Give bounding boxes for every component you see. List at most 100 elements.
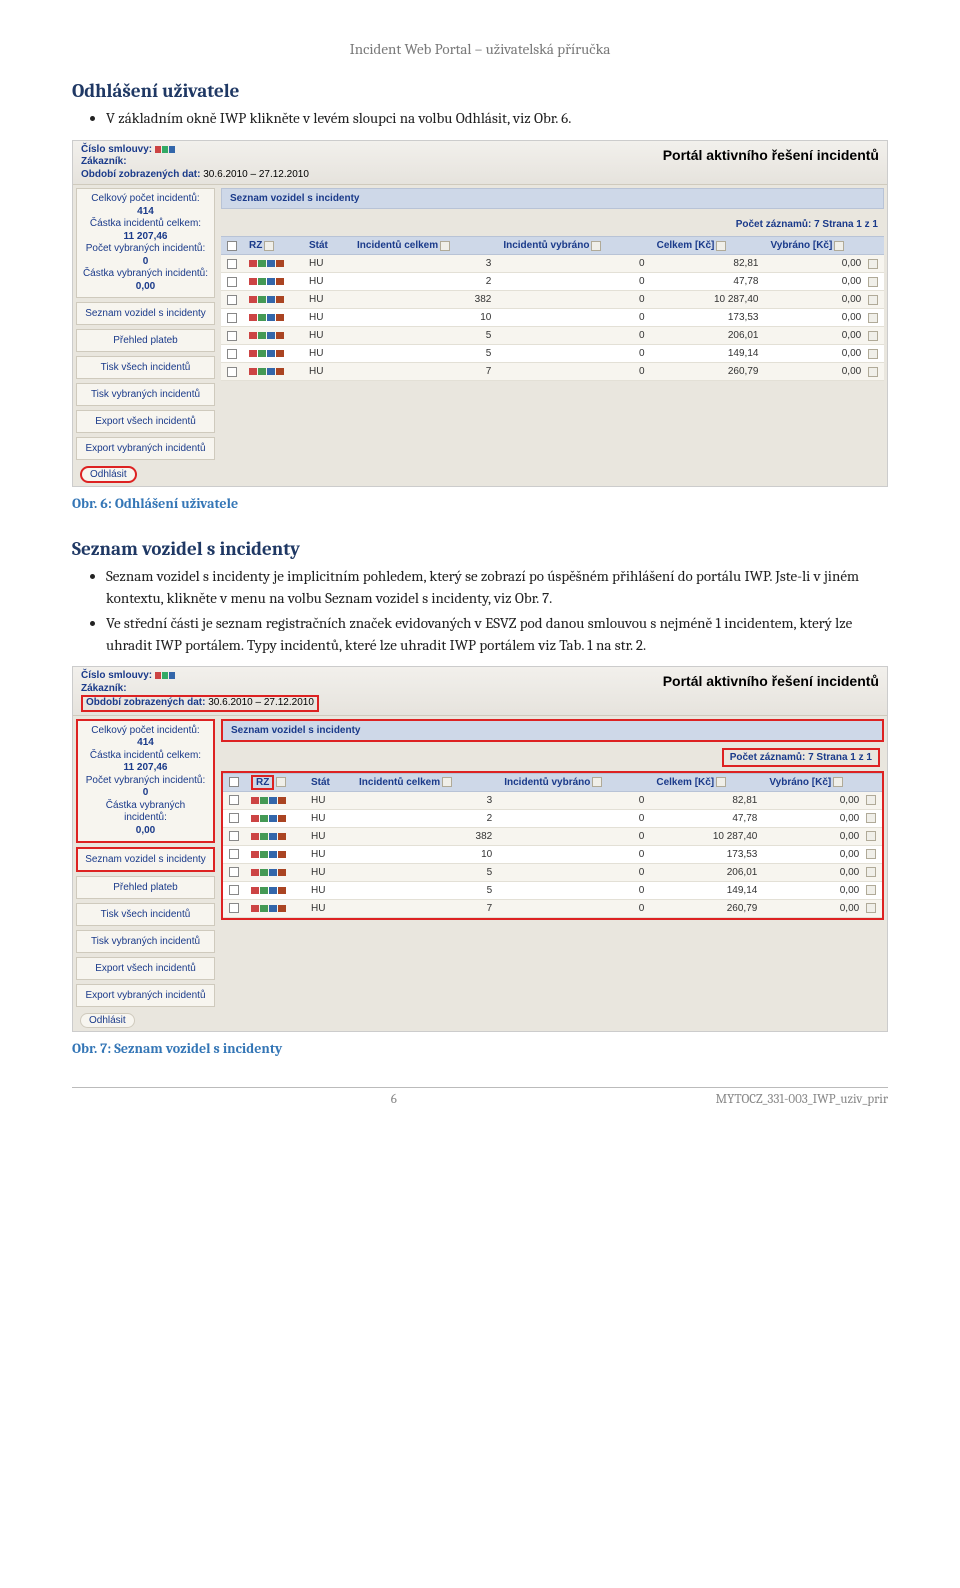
sidebar-item-exportsel[interactable]: Export vybraných incidentů — [76, 984, 215, 1007]
row-action-icon[interactable] — [868, 259, 878, 269]
col-stat[interactable]: Stát — [311, 777, 330, 788]
sidebar-item-vehicles[interactable]: Seznam vozidel s incidenty — [76, 302, 215, 325]
sort-icon[interactable] — [834, 241, 844, 251]
sidebar-item-printall[interactable]: Tisk všech incidentů — [76, 903, 215, 926]
cell-c3: 149,14 — [651, 345, 765, 363]
table-row[interactable]: HU50149,140,00 — [221, 345, 884, 363]
sidebar-item-exportall[interactable]: Export všech incidentů — [76, 410, 215, 433]
col-c2[interactable]: Incidentů vybráno — [503, 240, 589, 251]
col-c1[interactable]: Incidentů celkem — [359, 777, 440, 788]
row-action-icon[interactable] — [866, 885, 876, 895]
sort-icon[interactable] — [276, 777, 286, 787]
vehicles-table: RZ Stát Incidentů celkem Incidentů vybrá… — [221, 236, 884, 381]
row-action-icon[interactable] — [868, 331, 878, 341]
top-l2: Zákazník: — [81, 683, 127, 694]
row-action-icon[interactable] — [868, 313, 878, 323]
sidebar-item-payments[interactable]: Přehled plateb — [76, 329, 215, 352]
row-action-icon[interactable] — [868, 295, 878, 305]
row-action-icon[interactable] — [866, 813, 876, 823]
row-action-icon[interactable] — [866, 867, 876, 877]
col-c2[interactable]: Incidentů vybráno — [504, 777, 590, 788]
col-c3[interactable]: Celkem [Kč] — [656, 777, 714, 788]
col-c4[interactable]: Vybráno [Kč] — [770, 240, 832, 251]
row-checkbox[interactable] — [227, 313, 237, 323]
row-checkbox[interactable] — [227, 349, 237, 359]
row-checkbox[interactable] — [227, 295, 237, 305]
section2-bullet1: Seznam vozidel s incidenty je implicitní… — [106, 566, 888, 610]
sidebar-item-vehicles[interactable]: Seznam vozidel s incidenty — [76, 847, 215, 872]
table-row[interactable]: HU50149,140,00 — [223, 881, 882, 899]
cell-stat: HU — [303, 255, 351, 273]
sort-icon[interactable] — [264, 241, 274, 251]
table-row[interactable]: HU3082,810,00 — [221, 255, 884, 273]
table-row[interactable]: HU2047,780,00 — [223, 809, 882, 827]
sort-icon[interactable] — [592, 777, 602, 787]
sidebar-item-printsel[interactable]: Tisk vybraných incidentů — [76, 383, 215, 406]
sidebar-item-printsel[interactable]: Tisk vybraných incidentů — [76, 930, 215, 953]
row-checkbox[interactable] — [229, 867, 239, 877]
row-checkbox[interactable] — [229, 813, 239, 823]
cell-c1: 3 — [351, 255, 497, 273]
cell-c4: 0,00 — [764, 327, 884, 345]
col-rz[interactable]: RZ — [249, 240, 262, 251]
cell-c4: 0,00 — [764, 363, 884, 381]
row-checkbox[interactable] — [229, 849, 239, 859]
row-checkbox[interactable] — [227, 367, 237, 377]
cell-c2: 0 — [497, 345, 650, 363]
row-checkbox[interactable] — [229, 885, 239, 895]
row-action-icon[interactable] — [868, 277, 878, 287]
sort-icon[interactable] — [591, 241, 601, 251]
cell-rz — [245, 809, 305, 827]
sidebar-item-printall[interactable]: Tisk všech incidentů — [76, 356, 215, 379]
row-checkbox[interactable] — [227, 331, 237, 341]
row-checkbox[interactable] — [229, 831, 239, 841]
sort-icon[interactable] — [833, 777, 843, 787]
row-action-icon[interactable] — [868, 367, 878, 377]
table-row[interactable]: HU70260,790,00 — [221, 363, 884, 381]
row-checkbox[interactable] — [229, 795, 239, 805]
row-action-icon[interactable] — [866, 903, 876, 913]
section1-bullet: V základním okně IWP klikněte v levém sl… — [106, 108, 888, 130]
sort-icon[interactable] — [716, 241, 726, 251]
sidebar-item-payments[interactable]: Přehled plateb — [76, 876, 215, 899]
col-rz[interactable]: RZ — [251, 775, 274, 790]
sidebar-logout[interactable]: Odhlásit — [80, 466, 137, 483]
panel-title: Seznam vozidel s incidenty — [221, 188, 884, 209]
sum-v1: 414 — [82, 206, 209, 219]
row-checkbox[interactable] — [227, 259, 237, 269]
table-row[interactable]: HU100173,530,00 — [221, 309, 884, 327]
select-all-checkbox[interactable] — [227, 241, 237, 251]
sidebar-item-exportall[interactable]: Export všech incidentů — [76, 957, 215, 980]
cell-c3: 206,01 — [650, 863, 763, 881]
col-c3[interactable]: Celkem [Kč] — [657, 240, 715, 251]
table-row[interactable]: HU3082,810,00 — [223, 791, 882, 809]
table-row[interactable]: HU382010 287,400,00 — [221, 291, 884, 309]
row-action-icon[interactable] — [866, 849, 876, 859]
row-action-icon[interactable] — [866, 795, 876, 805]
row-checkbox[interactable] — [229, 903, 239, 913]
row-action-icon[interactable] — [866, 831, 876, 841]
table-row[interactable]: HU2047,780,00 — [221, 273, 884, 291]
sidebar-item-exportsel[interactable]: Export vybraných incidentů — [76, 437, 215, 460]
cell-c4: 0,00 — [763, 881, 882, 899]
sort-icon[interactable] — [442, 777, 452, 787]
sort-icon[interactable] — [440, 241, 450, 251]
table-row[interactable]: HU50206,010,00 — [223, 863, 882, 881]
cell-c2: 0 — [497, 363, 650, 381]
table-row[interactable]: HU50206,010,00 — [221, 327, 884, 345]
table-row[interactable]: HU382010 287,400,00 — [223, 827, 882, 845]
row-checkbox[interactable] — [227, 277, 237, 287]
top-l3a: Období zobrazených dat: — [86, 697, 205, 708]
col-stat[interactable]: Stát — [309, 240, 328, 251]
select-all-checkbox[interactable] — [229, 777, 239, 787]
sidebar-logout[interactable]: Odhlásit — [80, 1013, 135, 1028]
cell-rz — [243, 327, 303, 345]
table-row[interactable]: HU70260,790,00 — [223, 899, 882, 917]
top-l1: Číslo smlouvy: — [81, 670, 152, 681]
table-row[interactable]: HU100173,530,00 — [223, 845, 882, 863]
row-action-icon[interactable] — [868, 349, 878, 359]
cell-rz — [243, 363, 303, 381]
col-c1[interactable]: Incidentů celkem — [357, 240, 438, 251]
col-c4[interactable]: Vybráno [Kč] — [769, 777, 831, 788]
sort-icon[interactable] — [716, 777, 726, 787]
